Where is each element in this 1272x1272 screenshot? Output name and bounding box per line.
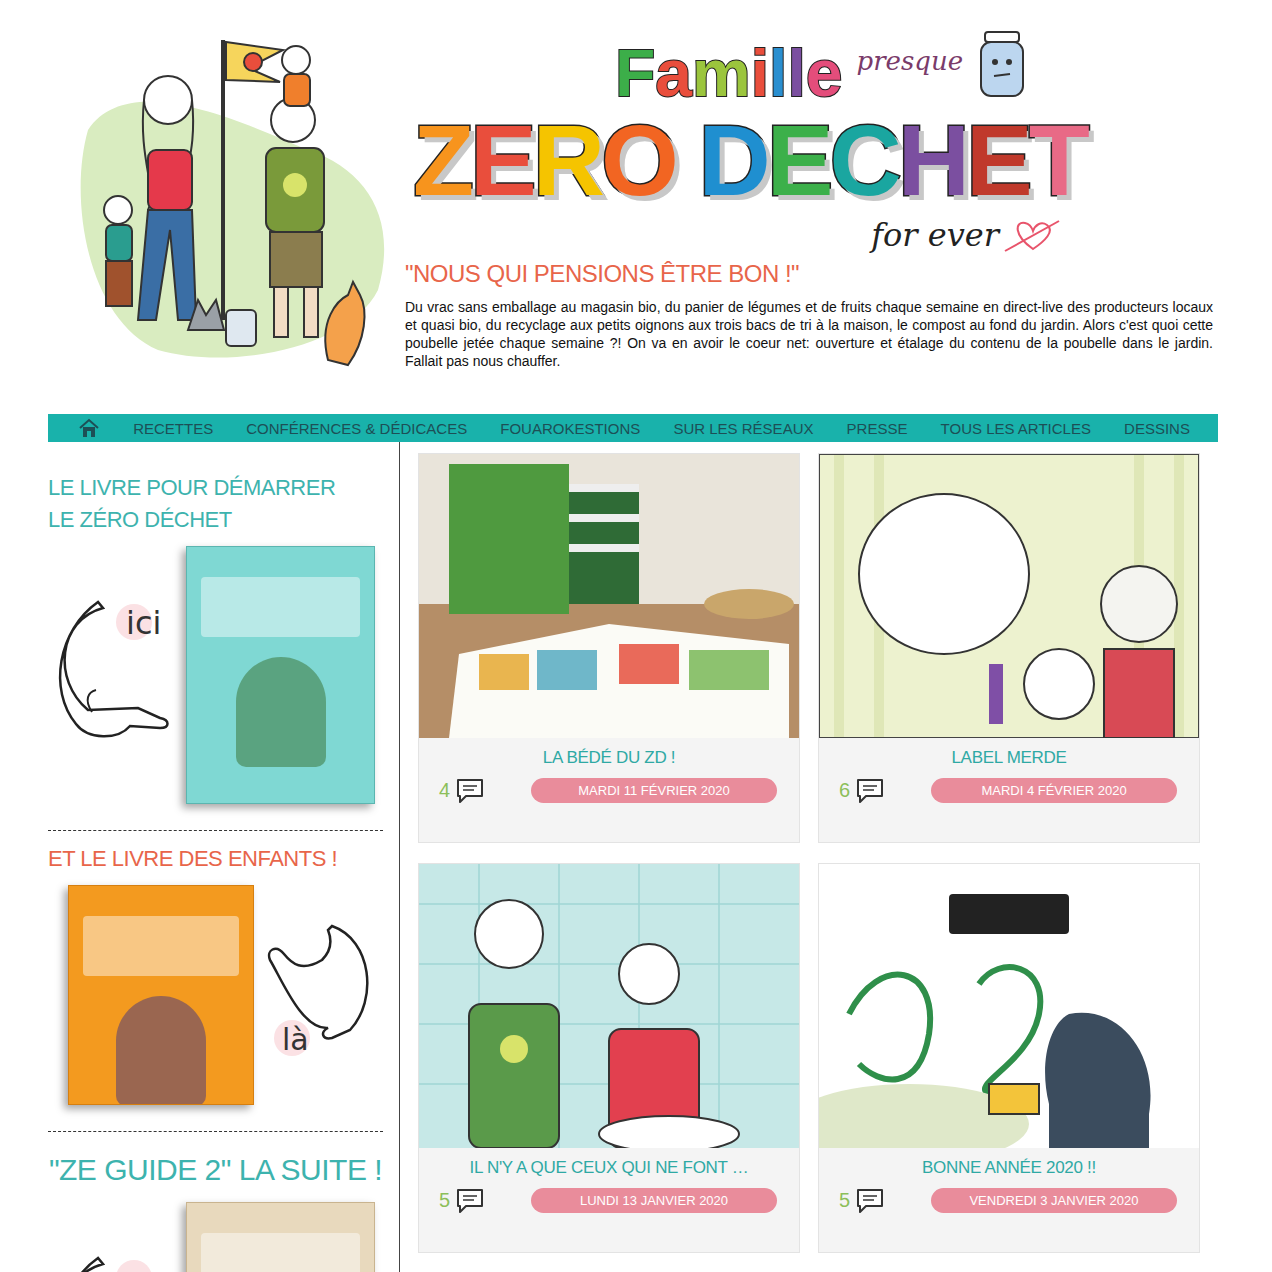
home-icon[interactable] [78, 417, 100, 439]
comment-count: 5 [839, 1189, 850, 1212]
post-picture-icon [819, 864, 1199, 1148]
comment-count: 4 [439, 779, 450, 802]
nav-item[interactable]: FOUAROKESTIONS [500, 420, 640, 437]
jar-icon [977, 28, 1027, 100]
sidebar-section: LE LIVRE POUR DÉMARRERLE ZÉRO DÉCHET ici [48, 472, 383, 831]
section-title: ET LE LIVRE DES ENFANTS ! [48, 843, 383, 875]
comment-bubble-icon[interactable] [454, 1186, 486, 1214]
nav-item[interactable]: TOUS LES ARTICLES [941, 420, 1091, 437]
main-area: LE LIVRE POUR DÉMARRERLE ZÉRO DÉCHET ici… [48, 442, 1218, 1272]
post-image[interactable] [819, 864, 1199, 1148]
section-title: LE LIVRE POUR DÉMARRERLE ZÉRO DÉCHET [48, 472, 383, 536]
site-header: Famille presque ZERO DECHET for ever "NO… [48, 0, 1218, 414]
header-content: Famille presque ZERO DECHET for ever "NO… [400, 0, 1218, 414]
comment-count: 6 [839, 779, 850, 802]
logo-forever: for ever [871, 216, 999, 254]
post-title[interactable]: IL N'Y A QUE CEUX QUI NE FONT … [427, 1158, 791, 1178]
nav-item[interactable]: DESSINS [1124, 420, 1190, 437]
pointing-hand-icon [48, 1256, 178, 1272]
logo-almost: presque [856, 46, 963, 76]
nav-item[interactable]: CONFÉRENCES & DÉDICACES [246, 420, 467, 437]
post-title[interactable]: LA BÉDÉ DU ZD ! [427, 748, 791, 768]
post-card[interactable]: IL N'Y A QUE CEUX QUI NE FONT … 5 LUNDI … [418, 863, 800, 1253]
intro-text: Du vrac sans emballage au magasin bio, d… [405, 298, 1213, 370]
pointing-hand-icon: là [262, 920, 382, 1070]
section-title: "ZE GUIDE 2" LA SUITE ! [48, 1148, 383, 1192]
heart-arrow-icon [1003, 215, 1063, 255]
sidebar-section: "ZE GUIDE 2" LA SUITE ! [48, 1148, 383, 1272]
post-card[interactable]: LA BÉDÉ DU ZD ! 4 MARDI 11 FÉVRIER 2020 [418, 453, 800, 843]
post-date: VENDREDI 3 JANVIER 2020 [931, 1188, 1177, 1213]
sidebar: LE LIVRE POUR DÉMARRERLE ZÉRO DÉCHET ici… [48, 442, 400, 1272]
post-date: MARDI 4 FÉVRIER 2020 [931, 778, 1177, 803]
comment-bubble-icon[interactable] [454, 776, 486, 804]
post-grid: LA BÉDÉ DU ZD ! 4 MARDI 11 FÉVRIER 2020 … [400, 442, 1218, 1272]
comment-bubble-icon[interactable] [854, 1186, 886, 1214]
post-picture-icon [419, 864, 799, 1148]
post-image[interactable] [419, 454, 799, 738]
book-cover[interactable] [186, 546, 375, 804]
pointer-text: là [282, 1022, 309, 1057]
post-picture-icon [819, 454, 1199, 738]
main-nav: RECETTES CONFÉRENCES & DÉDICACES FOUAROKES… [48, 414, 1218, 442]
sidebar-section: ET LE LIVRE DES ENFANTS ! là [48, 843, 383, 1132]
comment-count: 5 [439, 1189, 450, 1212]
family-illustration [48, 0, 400, 414]
post-card[interactable]: LABEL MERDE 6 MARDI 4 FÉVRIER 2020 [818, 453, 1200, 843]
post-date: LUNDI 13 JANVIER 2020 [531, 1188, 777, 1213]
post-date: MARDI 11 FÉVRIER 2020 [531, 778, 777, 803]
post-card[interactable]: BONNE ANNÉE 2020 !! 5 VENDREDI 3 JANVIER… [818, 863, 1200, 1253]
nav-item[interactable]: PRESSE [847, 420, 908, 437]
page: Famille presque ZERO DECHET for ever "NO… [48, 0, 1218, 1272]
post-title[interactable]: LABEL MERDE [827, 748, 1191, 768]
book-cover[interactable] [186, 1202, 375, 1272]
post-footer: LABEL MERDE 6 MARDI 4 FÉVRIER 2020 [819, 738, 1199, 842]
pointer-text: ici [126, 604, 161, 642]
family-icon [48, 20, 400, 380]
logo-family: Famille [615, 40, 842, 106]
comment-bubble-icon[interactable] [854, 776, 886, 804]
book-cover[interactable] [68, 885, 254, 1105]
site-logo[interactable]: Famille presque ZERO DECHET for ever [405, 0, 1213, 256]
post-picture-icon [419, 454, 799, 738]
post-footer: LA BÉDÉ DU ZD ! 4 MARDI 11 FÉVRIER 2020 [419, 738, 799, 842]
tagline: "NOUS QUI PENSIONS ÊTRE BON !" [405, 260, 1213, 288]
pointing-hand-icon: ici [48, 600, 178, 750]
post-title[interactable]: BONNE ANNÉE 2020 !! [827, 1158, 1191, 1178]
nav-item[interactable]: RECETTES [133, 420, 213, 437]
post-footer: BONNE ANNÉE 2020 !! 5 VENDREDI 3 JANVIER… [819, 1148, 1199, 1252]
post-footer: IL N'Y A QUE CEUX QUI NE FONT … 5 LUNDI … [419, 1148, 799, 1252]
logo-name: ZERO DECHET [405, 106, 1213, 214]
post-image[interactable] [419, 864, 799, 1148]
nav-item[interactable]: SUR LES RÉSEAUX [673, 420, 813, 437]
post-image[interactable] [819, 454, 1199, 738]
